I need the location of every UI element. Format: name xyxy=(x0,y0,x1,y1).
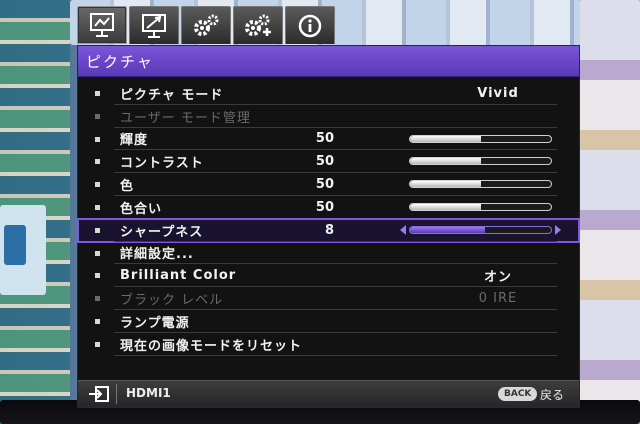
tint-slider[interactable] xyxy=(409,202,552,211)
menu-item-label: ピクチャ モード xyxy=(120,87,224,103)
bullet-icon xyxy=(95,318,100,324)
brightness-slider[interactable] xyxy=(409,134,552,143)
background-left-letter xyxy=(4,225,26,265)
input-source-icon xyxy=(89,386,109,402)
tab-info[interactable] xyxy=(285,6,335,44)
bullet-icon xyxy=(95,204,100,210)
menu-title: ピクチャ xyxy=(86,53,154,71)
menu-tabs xyxy=(77,6,335,46)
menu-item-sharpness[interactable]: シャープネス 8 xyxy=(77,217,580,243)
menu-item-lamp-power[interactable]: ランプ電源 xyxy=(78,310,579,333)
menu-item-reset-picture-mode[interactable]: 現在の画像モードをリセット xyxy=(78,333,579,356)
slider-fill xyxy=(410,203,481,210)
menu-item-advanced-settings[interactable]: 詳細設定... xyxy=(78,242,579,265)
menu-title-bar: ピクチャ xyxy=(78,46,579,77)
bullet-icon xyxy=(95,341,100,347)
menu-item-label: ユーザー モード管理 xyxy=(120,110,251,126)
menu-item-label: シャープネス xyxy=(120,224,204,240)
menu-item-label: 詳細設定... xyxy=(120,247,194,263)
menu-item-label: ブラック レベル xyxy=(120,293,224,309)
menu-item-color[interactable]: 色 50 xyxy=(78,173,579,196)
slider-fill xyxy=(410,181,481,188)
menu-item-label: 輝度 xyxy=(120,133,149,149)
input-source-label: HDMI1 xyxy=(126,386,171,400)
menu-item-picture-mode[interactable]: ピクチャ モード Vivid xyxy=(78,82,579,105)
menu-item-label: Brilliant Color xyxy=(120,268,237,284)
menu-item-contrast[interactable]: コントラスト 50 xyxy=(78,150,579,173)
bullet-icon xyxy=(95,159,100,165)
slider-fill xyxy=(410,135,481,142)
menu-item-brilliant-color[interactable]: Brilliant Color オン xyxy=(78,264,579,287)
bullet-icon xyxy=(95,182,100,188)
menu-item-value: Vivid xyxy=(477,85,519,101)
menu-item-number: 50 xyxy=(315,154,334,170)
slider-fill xyxy=(410,158,481,165)
back-label: 戻る xyxy=(540,388,565,402)
bullet-icon xyxy=(95,296,100,302)
osd-menu: ピクチャ ピクチャ モード Vivid ユーザー モード管理 輝度 50 コント… xyxy=(77,45,580,408)
info-icon xyxy=(298,14,322,37)
menu-item-brightness[interactable]: 輝度 50 xyxy=(78,128,579,151)
menu-item-label: 現在の画像モードをリセット xyxy=(120,338,303,354)
bullet-icon xyxy=(95,250,100,256)
menu-item-label: ランプ電源 xyxy=(120,315,190,331)
settings-icon xyxy=(194,14,219,36)
bullet-icon xyxy=(95,273,100,279)
menu-item-black-level: ブラック レベル 0 IRE xyxy=(78,287,579,310)
menu-item-user-mode-management: ユーザー モード管理 xyxy=(78,105,579,128)
menu-item-tint[interactable]: 色合い 50 xyxy=(78,196,579,219)
arrow-left-icon[interactable] xyxy=(400,224,406,235)
menu-list: ピクチャ モード Vivid ユーザー モード管理 輝度 50 コントラスト 5… xyxy=(77,82,580,356)
footer-divider xyxy=(116,384,117,404)
tab-picture-advanced[interactable] xyxy=(129,6,179,44)
bullet-icon xyxy=(95,227,100,233)
picture-icon xyxy=(90,13,114,37)
menu-item-number: 50 xyxy=(315,177,334,193)
menu-item-number: 50 xyxy=(315,131,334,147)
menu-footer: HDMI1 BACK 戻る xyxy=(78,380,579,407)
tab-picture[interactable] xyxy=(77,6,127,44)
bullet-icon xyxy=(95,136,100,142)
menu-item-number: 8 xyxy=(324,222,334,238)
tab-system-settings[interactable] xyxy=(233,6,283,44)
menu-item-label: コントラスト xyxy=(120,156,204,172)
menu-item-value: オン xyxy=(483,270,512,286)
menu-item-label: 色合い xyxy=(120,201,163,217)
bullet-icon xyxy=(95,113,100,119)
bullet-icon xyxy=(95,91,100,96)
contrast-slider[interactable] xyxy=(409,157,552,166)
menu-item-number: 50 xyxy=(315,199,334,215)
color-slider[interactable] xyxy=(409,180,552,189)
tab-settings[interactable] xyxy=(181,6,231,44)
picture-advanced-icon xyxy=(142,13,166,38)
menu-item-label: 色 xyxy=(120,179,135,195)
sharpness-slider[interactable] xyxy=(409,225,552,234)
system-settings-icon xyxy=(245,14,271,36)
slider-fill xyxy=(410,226,485,233)
menu-item-value: 0 IRE xyxy=(478,291,518,307)
arrow-right-icon[interactable] xyxy=(555,224,561,235)
background-right-pattern xyxy=(580,0,640,424)
back-button[interactable]: BACK xyxy=(498,387,538,401)
